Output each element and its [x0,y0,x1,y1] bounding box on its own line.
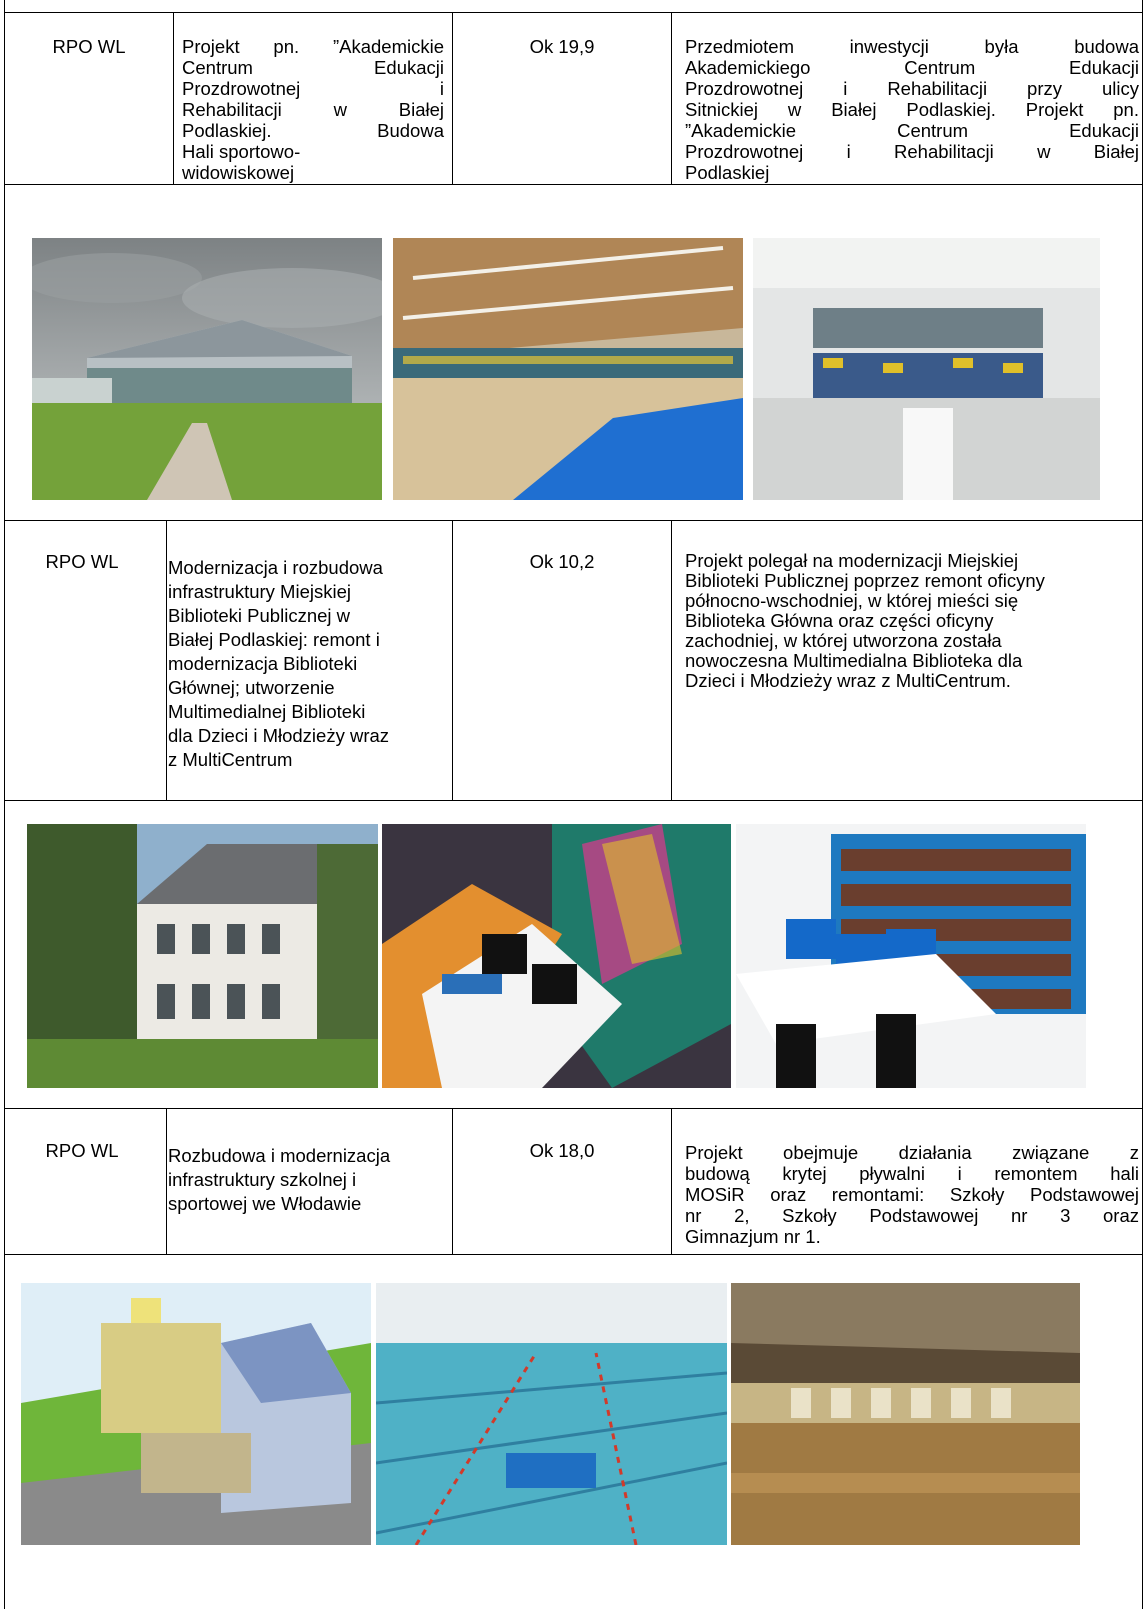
sports-hall-stands-photo [753,238,1100,500]
amount-cell: Ok 19,9 [529,36,595,57]
sports-hall-court-photo [393,238,743,500]
school-rendering-photo [21,1283,371,1545]
swimming-pool-photo [376,1283,727,1545]
table-border [166,520,167,800]
table-border [4,1108,1143,1109]
program-cell: RPO WL [45,551,119,572]
table-border [452,12,453,184]
table-border [173,12,174,184]
table-border [671,1108,672,1254]
table-border [671,520,672,800]
table-border [4,800,1143,801]
description-cell: Projekt obejmuje działania związane z bu… [685,1142,1139,1247]
table-border [671,12,672,184]
project-title-cell: Rozbudowa i modernizacja infrastruktury … [168,1145,391,1214]
gym-hall-photo [731,1283,1080,1545]
table-border [452,520,453,800]
library-building-photo [27,824,378,1088]
table-border [166,1108,167,1254]
library-computers-photo [736,824,1086,1088]
table-border [4,12,1143,13]
project-title-cell: Modernizacja i rozbudowa infrastruktury … [168,557,390,770]
program-cell: RPO WL [52,36,126,57]
description-cell: Projekt polegał na modernizacji Miejskie… [685,550,1045,691]
table-border [4,520,1143,521]
amount-cell: Ok 18,0 [529,1140,595,1161]
sports-hall-exterior-photo [32,238,382,500]
table-border [452,1108,453,1254]
project-title-cell: Projekt pn. ”Akademickie Centrum Edukacj… [182,36,444,183]
description-cell: Przedmiotem inwestycji była budowa Akade… [685,36,1139,183]
table-border [4,184,1143,185]
program-cell: RPO WL [45,1140,119,1161]
table-border [4,1254,1143,1255]
amount-cell: Ok 10,2 [529,551,595,572]
multimedia-room-photo [382,824,731,1088]
